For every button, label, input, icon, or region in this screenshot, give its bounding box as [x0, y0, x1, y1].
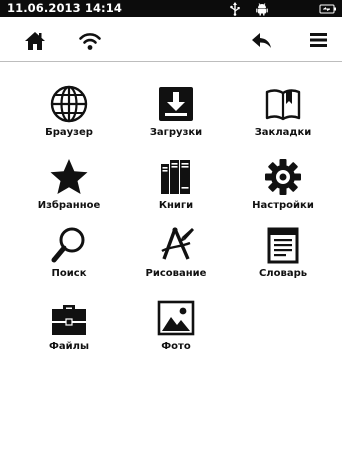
magnifier-icon: [51, 227, 85, 263]
battery-icon: [319, 1, 337, 15]
app-books[interactable]: Книги: [126, 157, 226, 227]
top-toolbar: [0, 17, 342, 62]
android-icon: [255, 1, 269, 16]
globe-icon: [50, 85, 88, 123]
gear-icon: [265, 159, 301, 195]
wifi-icon: [79, 33, 101, 50]
status-bar: 11.06.2013 14:14: [0, 0, 342, 17]
app-bookmarks[interactable]: Закладки: [233, 84, 333, 154]
app-label: Настройки: [252, 200, 314, 211]
app-drawing[interactable]: Рисование: [126, 225, 226, 295]
home-icon: [25, 32, 45, 50]
app-label: Файлы: [48, 341, 90, 352]
star-icon: [50, 159, 88, 194]
download-icon: [159, 87, 193, 121]
usb-icon: [228, 1, 242, 16]
app-label: Рисование: [145, 268, 207, 279]
back-button[interactable]: [245, 24, 279, 58]
app-browser[interactable]: Браузер: [19, 84, 119, 154]
back-icon: [252, 33, 271, 48]
app-label: Фото: [161, 341, 191, 352]
books-icon: [161, 160, 190, 194]
app-settings[interactable]: Настройки: [233, 157, 333, 227]
briefcase-icon: [52, 305, 86, 335]
status-datetime: 11.06.2013 14:14: [7, 1, 122, 15]
photo-icon: [157, 300, 195, 336]
app-label: Избранное: [37, 200, 101, 211]
app-files[interactable]: Файлы: [19, 298, 119, 368]
app-label: Закладки: [254, 127, 312, 138]
book-icon: [265, 89, 301, 121]
drawing-icon: [161, 227, 194, 260]
home-button[interactable]: [18, 24, 52, 58]
app-grid: Браузер Загрузки Закладки Избранное Книг…: [0, 62, 342, 456]
wifi-button[interactable]: [73, 24, 107, 58]
menu-button[interactable]: [302, 24, 336, 58]
app-downloads[interactable]: Загрузки: [126, 84, 226, 154]
app-search[interactable]: Поиск: [19, 225, 119, 295]
app-label: Словарь: [258, 268, 308, 279]
app-favorites[interactable]: Избранное: [19, 157, 119, 227]
app-label: Браузер: [45, 127, 93, 138]
menu-icon: [310, 33, 327, 47]
app-label: Книги: [158, 200, 194, 211]
app-label: Поиск: [51, 268, 87, 279]
app-photo[interactable]: Фото: [126, 298, 226, 368]
app-label: Загрузки: [149, 127, 203, 138]
dictionary-icon: [267, 227, 299, 264]
app-dictionary[interactable]: Словарь: [233, 225, 333, 295]
